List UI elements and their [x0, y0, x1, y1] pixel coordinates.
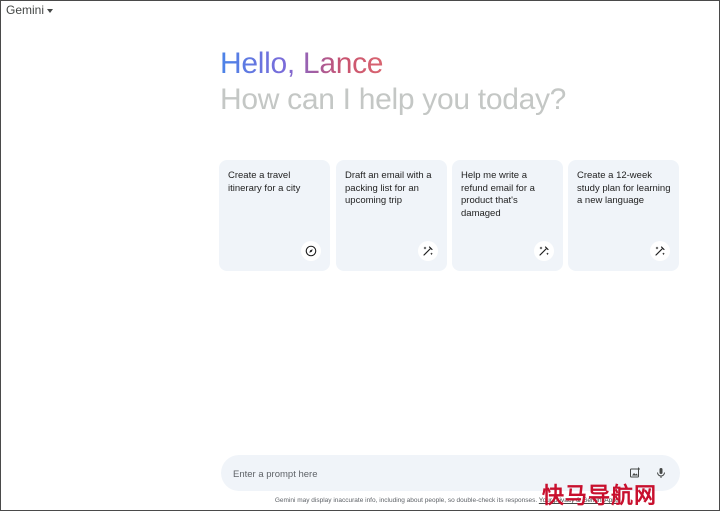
suggestion-card[interactable]: Draft an email with a packing list for a… [336, 160, 447, 271]
suggestion-text: Draft an email with a packing list for a… [345, 170, 432, 206]
magic-pen-icon [534, 241, 554, 261]
suggestion-card[interactable]: Create a 12-week study plan for learning… [568, 160, 679, 271]
magic-pen-icon [418, 241, 438, 261]
hero: Hello, Lance How can I help you today? [220, 45, 566, 117]
app-window: Gemini Hello, Lance How can I help you t… [0, 0, 720, 511]
suggestion-card[interactable]: Create a travel itinerary for a city [219, 160, 330, 271]
magic-pen-icon [650, 241, 670, 261]
model-picker[interactable]: Gemini [6, 3, 54, 17]
suggestion-text: Help me write a refund email for a produ… [461, 170, 535, 219]
watermark: 快马导航网 [542, 484, 658, 509]
model-name: Gemini [6, 3, 45, 17]
subtitle: How can I help you today? [220, 83, 567, 116]
compass-icon [301, 241, 321, 261]
caret-down-icon [47, 8, 54, 13]
disclaimer-text: Gemini may display inaccurate info, incl… [274, 497, 538, 504]
suggestion-text: Create a 12-week study plan for learning… [577, 170, 671, 206]
greeting: Hello, Lance [220, 45, 383, 83]
suggestion-text: Create a travel itinerary for a city [228, 170, 301, 194]
suggestion-card[interactable]: Help me write a refund email for a produ… [452, 160, 563, 271]
